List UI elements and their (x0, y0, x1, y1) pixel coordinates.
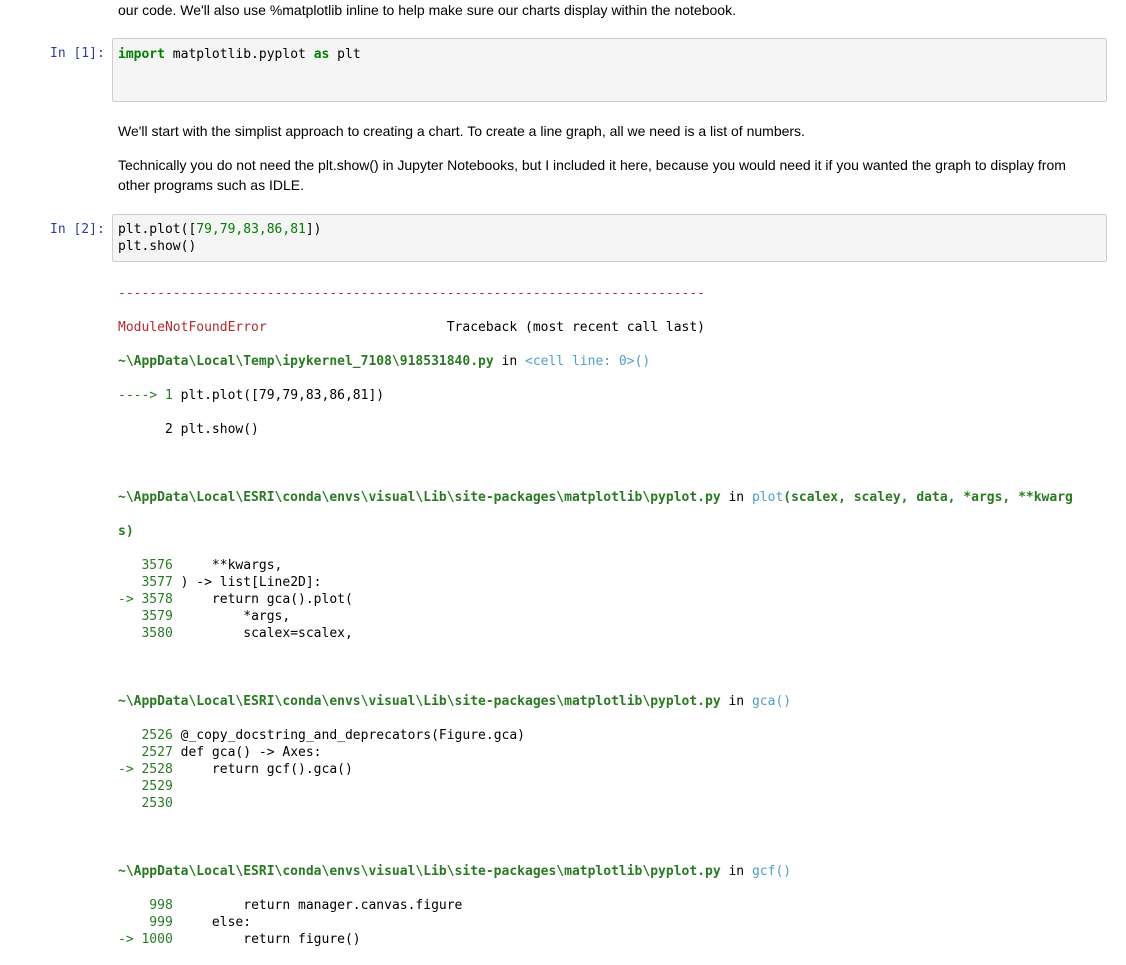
line-code: def gca() -> Axes: (172, 745, 322, 760)
line-code: return gcf().gca() (172, 762, 353, 777)
markdown-paragraph-2: Technically you do not need the plt.show… (118, 157, 1066, 193)
traceback-code-line: -> 1000 return figure() (118, 931, 1108, 948)
in-text: in (720, 864, 752, 879)
traceback-code-line: -> 2528 return gcf().gca() (118, 761, 1108, 778)
frame-1-line-2: 2 plt.show() (118, 422, 259, 437)
in-text: in (493, 354, 525, 369)
line-number: 3577 (118, 575, 173, 590)
frame-4-header: ~\AppData\Local\ESRI\conda\envs\visual\L… (118, 863, 1108, 880)
code-text: plt.plot([ (118, 222, 197, 237)
line-number: 2530 (118, 796, 173, 811)
code-keyword: import (118, 47, 165, 62)
traceback-code-line: 2530 (118, 795, 1108, 812)
in-text: in (720, 490, 752, 505)
line-code: scalex=scalex, (172, 626, 353, 641)
cell-2-input[interactable]: plt.plot([79,79,83,86,81]) plt.show() (112, 214, 1107, 262)
error-name: ModuleNotFoundError (118, 320, 267, 335)
frame-4-func: gcf() (751, 864, 792, 879)
traceback-label: Traceback (most recent call last) (266, 320, 706, 335)
code-line-1: plt.plot([79,79,83,86,81]) (118, 221, 1101, 238)
frame-1-cell: <cell line: 0>() (525, 354, 651, 369)
traceback-code-line: 3577 ) -> list[Line2D]: (118, 574, 1108, 591)
line-number: -> 2528 (118, 762, 173, 777)
line-code: ) -> list[Line2D]: (172, 575, 322, 590)
code-keyword: as (313, 47, 330, 62)
line-number: -> 3578 (118, 592, 173, 607)
frame-1-code: plt.plot([79,79,83,86,81]) (180, 388, 385, 403)
cell-1-prompt: In [1]: (50, 46, 105, 61)
frame-2-args: (scalex, scaley, data, *args, **kwarg (783, 490, 1073, 505)
frame-1-line-1: ----> 1 plt.plot([79,79,83,86,81]) (118, 387, 1108, 404)
frame-3-func: gca() (751, 694, 792, 709)
frame-2-header: ~\AppData\Local\ESRI\conda\envs\visual\L… (118, 489, 1108, 506)
frame-2-lines: 3576 **kwargs, 3577 ) -> list[Line2D]: ->… (118, 557, 1108, 642)
line-number: 3576 (118, 558, 173, 573)
line-number: -> 1000 (118, 932, 173, 947)
traceback-code-line: 2526 @_copy_docstring_and_deprecators(Fi… (118, 727, 1108, 744)
traceback-code-line: 3580 scalex=scalex, (118, 625, 1108, 642)
cell-2-output-traceback: ----------------------------------------… (118, 268, 1108, 965)
frame-2-func: plot (751, 490, 784, 505)
line-number: 3579 (118, 609, 173, 624)
line-code: *args, (172, 609, 291, 624)
current-line-arrow: ----> 1 (118, 388, 181, 403)
line-number: 2529 (118, 779, 173, 794)
frame-3-header: ~\AppData\Local\ESRI\conda\envs\visual\L… (118, 693, 1108, 710)
traceback-code-line: -> 3578 return gca().plot( (118, 591, 1108, 608)
line-code: return figure() (172, 932, 361, 947)
frame-1-header: ~\AppData\Local\Temp\ipykernel_7108\9185… (118, 353, 1108, 370)
traceback-dashes: ----------------------------------------… (118, 286, 705, 301)
traceback-code-line: 3579 *args, (118, 608, 1108, 625)
code-alias: plt (329, 47, 361, 62)
cell-1-input[interactable]: import matplotlib.pyplot as plt (112, 38, 1107, 102)
line-number: 2527 (118, 745, 173, 760)
in-text: in (720, 694, 752, 709)
line-number: 2526 (118, 728, 173, 743)
markdown-paragraph-1: We'll start with the simplist approach t… (118, 123, 805, 139)
line-code: return gca().plot( (172, 592, 353, 607)
markdown-text-top: our code. We'll also use %matplotlib inl… (118, 2, 736, 18)
line-code: else: (172, 915, 252, 930)
frame-2-path: ~\AppData\Local\ESRI\conda\envs\visual\L… (118, 490, 721, 505)
line-number: 3580 (118, 626, 173, 641)
line-code: @_copy_docstring_and_deprecators(Figure.… (172, 728, 525, 743)
line-code: **kwargs, (172, 558, 283, 573)
line-number: 998 (118, 898, 173, 913)
frame-4-path: ~\AppData\Local\ESRI\conda\envs\visual\L… (118, 864, 721, 879)
frame-3-lines: 2526 @_copy_docstring_and_deprecators(Fi… (118, 727, 1108, 812)
traceback-code-line: 2527 def gca() -> Axes: (118, 744, 1108, 761)
code-module: matplotlib.pyplot (164, 47, 314, 62)
code-numbers: 79,79,83,86,81 (196, 222, 306, 237)
traceback-header: ModuleNotFoundError Traceback (most rece… (118, 319, 1108, 336)
traceback-code-line: 3576 **kwargs, (118, 557, 1108, 574)
line-code: return manager.canvas.figure (172, 898, 463, 913)
cell-2-prompt: In [2]: (50, 222, 105, 237)
code-text: ]) (305, 222, 322, 237)
line-number: 999 (118, 915, 173, 930)
code-line-2: plt.show() (118, 239, 197, 254)
traceback-code-line: 999 else: (118, 914, 1108, 931)
frame-1-path: ~\AppData\Local\Temp\ipykernel_7108\9185… (118, 354, 494, 369)
traceback-code-line: 998 return manager.canvas.figure (118, 897, 1108, 914)
frame-2-args-wrap: s) (118, 524, 134, 539)
traceback-code-line: 2529 (118, 778, 1108, 795)
frame-4-lines: 998 return manager.canvas.figure 999 els… (118, 897, 1108, 948)
frame-2-header-wrap: s) (118, 523, 1108, 540)
frame-3-path: ~\AppData\Local\ESRI\conda\envs\visual\L… (118, 694, 721, 709)
